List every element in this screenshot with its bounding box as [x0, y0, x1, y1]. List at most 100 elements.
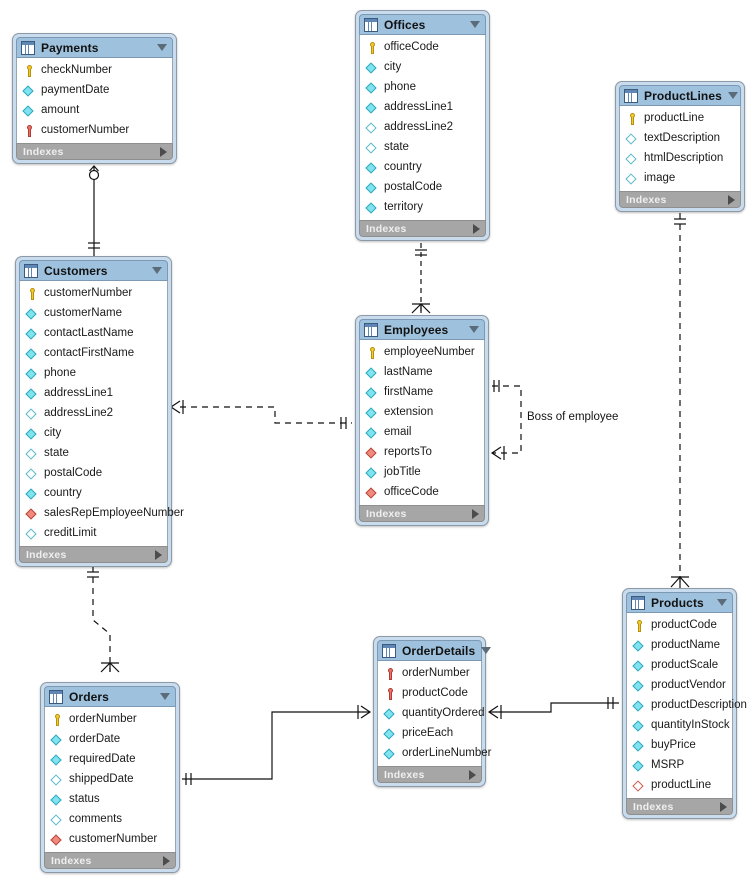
indexes-bar-employees[interactable]: Indexes [359, 505, 485, 522]
field-row[interactable]: reportsTo [360, 443, 484, 463]
field-row[interactable]: orderDate [45, 730, 175, 750]
field-row[interactable]: contactLastName [20, 324, 167, 344]
indexes-bar-productlines[interactable]: Indexes [619, 191, 741, 208]
field-row[interactable]: territory [360, 198, 485, 218]
indexes-bar-offices[interactable]: Indexes [359, 220, 486, 237]
field-row[interactable]: postalCode [360, 178, 485, 198]
indexes-bar-customers[interactable]: Indexes [19, 546, 168, 563]
chevron-right-icon[interactable] [155, 549, 162, 560]
field-row[interactable]: productLine [627, 776, 732, 796]
field-row[interactable]: MSRP [627, 756, 732, 776]
field-row[interactable]: state [20, 444, 167, 464]
chevron-down-icon[interactable] [157, 44, 167, 51]
field-row[interactable]: textDescription [620, 129, 740, 149]
field-row[interactable]: orderNumber [45, 710, 175, 730]
field-row[interactable]: requiredDate [45, 750, 175, 770]
field-row[interactable]: productVendor [627, 676, 732, 696]
field-row[interactable]: phone [20, 364, 167, 384]
field-row[interactable]: orderNumber [378, 664, 481, 684]
entity-header-orders[interactable]: Orders [44, 686, 176, 707]
relationship-boss-of-employee[interactable] [490, 380, 522, 460]
entity-products[interactable]: Products productCode productName productSca… [622, 588, 747, 819]
field-row[interactable]: officeCode [360, 38, 485, 58]
field-row[interactable]: paymentDate [17, 81, 172, 101]
field-row[interactable]: city [20, 424, 167, 444]
relationship-customers-employees[interactable] [169, 400, 352, 429]
chevron-right-icon[interactable] [720, 801, 727, 812]
entity-payments[interactable]: Payments checkNumber paymentDate amount cust… [12, 33, 177, 164]
field-row[interactable]: orderLineNumber [378, 744, 492, 764]
field-row[interactable]: productCode [627, 616, 732, 636]
field-row[interactable]: employeeNumber [360, 343, 484, 363]
chevron-right-icon[interactable] [473, 223, 480, 234]
field-row[interactable]: addressLine2 [360, 118, 485, 138]
entity-orders[interactable]: Orders orderNumber orderDate requiredDate sh… [40, 682, 180, 873]
field-row[interactable]: state [360, 138, 485, 158]
chevron-down-icon[interactable] [469, 326, 479, 333]
entity-header-payments[interactable]: Payments [16, 37, 173, 58]
entity-employees[interactable]: Employees employeeNumber lastName firstName… [355, 315, 489, 526]
field-row[interactable]: firstName [360, 383, 484, 403]
field-row[interactable]: addressLine1 [20, 384, 167, 404]
field-row[interactable]: country [360, 158, 485, 178]
relationship-orders-orderdetails[interactable] [182, 705, 372, 785]
field-row[interactable]: officeCode [360, 483, 484, 503]
field-row[interactable]: buyPrice [627, 736, 732, 756]
chevron-right-icon[interactable] [469, 769, 476, 780]
chevron-right-icon[interactable] [472, 508, 479, 519]
chevron-right-icon[interactable] [728, 194, 735, 205]
field-row[interactable]: customerNumber [45, 830, 175, 850]
field-row[interactable]: priceEach [378, 724, 481, 744]
field-row[interactable]: productDescription [627, 696, 747, 716]
entity-header-offices[interactable]: Offices [359, 14, 486, 35]
indexes-bar-orderdetails[interactable]: Indexes [377, 766, 482, 783]
field-row[interactable]: salesRepEmployeeNumber [20, 504, 184, 524]
indexes-bar-orders[interactable]: Indexes [44, 852, 176, 869]
field-row[interactable]: comments [45, 810, 175, 830]
field-row[interactable]: lastName [360, 363, 484, 383]
chevron-down-icon[interactable] [152, 267, 162, 274]
chevron-down-icon[interactable] [727, 92, 738, 99]
field-row[interactable]: productScale [627, 656, 732, 676]
field-row[interactable]: amount [17, 101, 172, 121]
field-row[interactable]: city [360, 58, 485, 78]
chevron-down-icon[interactable] [481, 647, 492, 654]
field-row[interactable]: extension [360, 403, 484, 423]
field-row[interactable]: postalCode [20, 464, 167, 484]
field-row[interactable]: email [360, 423, 484, 443]
entity-customers[interactable]: Customers customerNumber customerName conta… [15, 256, 184, 567]
entity-header-products[interactable]: Products [626, 592, 733, 613]
field-row[interactable]: contactFirstName [20, 344, 167, 364]
field-row[interactable]: status [45, 790, 175, 810]
chevron-right-icon[interactable] [160, 146, 167, 157]
field-row[interactable]: productCode [378, 684, 481, 704]
chevron-down-icon[interactable] [160, 693, 170, 700]
field-row[interactable]: jobTitle [360, 463, 484, 483]
entity-header-orderdetails[interactable]: OrderDetails [377, 640, 492, 661]
relationship-customers-orders[interactable] [87, 566, 120, 673]
relationship-orderdetails-products[interactable] [487, 697, 619, 719]
field-row[interactable]: phone [360, 78, 485, 98]
field-row[interactable]: quantityInStock [627, 716, 732, 736]
field-row[interactable]: checkNumber [17, 61, 172, 81]
entity-header-employees[interactable]: Employees [359, 319, 485, 340]
entity-productlines[interactable]: ProductLines productLine textDescription ht… [615, 81, 745, 212]
indexes-bar-payments[interactable]: Indexes [16, 143, 173, 160]
relationship-offices-employees[interactable] [411, 243, 431, 315]
field-row[interactable]: country [20, 484, 167, 504]
entity-orderdetails[interactable]: OrderDetails orderNumber productCode quanti… [373, 636, 492, 787]
chevron-right-icon[interactable] [163, 855, 170, 866]
field-row[interactable]: customerNumber [17, 121, 172, 141]
relationship-productlines-products[interactable] [670, 213, 690, 588]
field-row[interactable]: shippedDate [45, 770, 175, 790]
field-row[interactable]: addressLine2 [20, 404, 167, 424]
field-row[interactable]: productName [627, 636, 732, 656]
indexes-bar-products[interactable]: Indexes [626, 798, 733, 815]
field-row[interactable]: htmlDescription [620, 149, 740, 169]
field-row[interactable]: addressLine1 [360, 98, 485, 118]
field-row[interactable]: quantityOrdered [378, 704, 484, 724]
entity-header-productlines[interactable]: ProductLines [619, 85, 741, 106]
chevron-down-icon[interactable] [717, 599, 727, 606]
field-row[interactable]: customerNumber [20, 284, 167, 304]
field-row[interactable]: image [620, 169, 740, 189]
